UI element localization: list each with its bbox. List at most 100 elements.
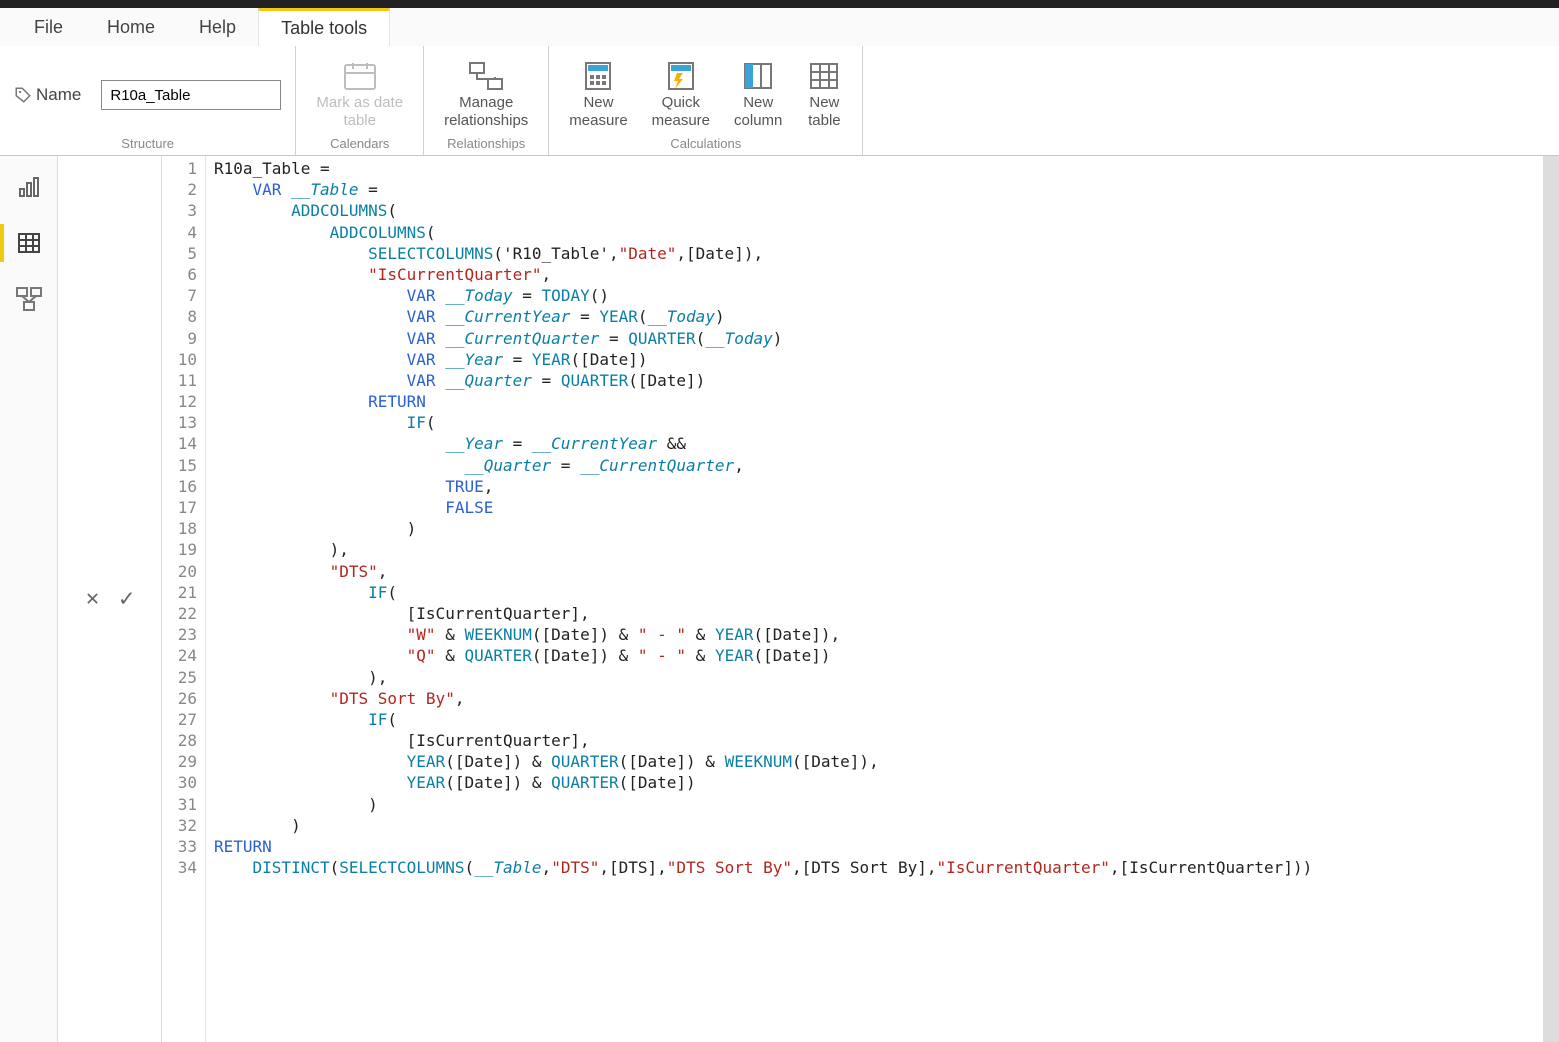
- measure-icon: [584, 61, 612, 91]
- line-number: 34: [166, 857, 197, 878]
- code-line[interactable]: ),: [214, 667, 1312, 688]
- code-line[interactable]: ): [214, 794, 1312, 815]
- tab-help[interactable]: Help: [177, 8, 258, 46]
- code-line[interactable]: VAR __CurrentYear = YEAR(__Today): [214, 306, 1312, 327]
- name-label: Name: [14, 85, 81, 105]
- line-number: 8: [166, 306, 197, 327]
- close-icon: ✕: [86, 588, 99, 609]
- line-number: 15: [166, 455, 197, 476]
- code-line[interactable]: ADDCOLUMNS(: [214, 222, 1312, 243]
- rail-data-view[interactable]: [0, 224, 57, 262]
- line-number: 9: [166, 328, 197, 349]
- line-number: 12: [166, 391, 197, 412]
- code-line[interactable]: "DTS Sort By",: [214, 688, 1312, 709]
- line-number: 26: [166, 688, 197, 709]
- line-number: 10: [166, 349, 197, 370]
- code-line[interactable]: VAR __Year = YEAR([Date]): [214, 349, 1312, 370]
- calendar-date-icon: [343, 61, 377, 91]
- code-content[interactable]: R10a_Table = VAR __Table = ADDCOLUMNS( A…: [206, 156, 1320, 1042]
- line-number: 31: [166, 794, 197, 815]
- ribbon-group-relationships: Manage relationships Relationships: [424, 46, 549, 155]
- line-number: 29: [166, 751, 197, 772]
- code-line[interactable]: "DTS",: [214, 561, 1312, 582]
- rail-model-view[interactable]: [0, 280, 57, 318]
- code-line[interactable]: IF(: [214, 412, 1312, 433]
- mark-as-date-table-button[interactable]: Mark as date table: [310, 58, 409, 132]
- code-line[interactable]: "W" & WEEKNUM([Date]) & " - " & YEAR([Da…: [214, 624, 1312, 645]
- group-label-calendars: Calendars: [310, 136, 409, 153]
- new-table-icon: [809, 62, 839, 90]
- content-column: ✕ ✓ 123456789101112131415161718192021222…: [58, 156, 1543, 1042]
- group-label-relationships: Relationships: [438, 136, 534, 153]
- formula-confirm-button[interactable]: ✓: [113, 585, 141, 613]
- code-line[interactable]: __Year = __CurrentYear &&: [214, 433, 1312, 454]
- code-line[interactable]: VAR __Today = TODAY(): [214, 285, 1312, 306]
- ribbon-group-calculations: New measure Quick measure New column New…: [549, 46, 863, 155]
- tab-home[interactable]: Home: [85, 8, 177, 46]
- code-line[interactable]: [IsCurrentQuarter],: [214, 603, 1312, 624]
- formula-cancel-button[interactable]: ✕: [79, 585, 107, 613]
- ribbon-group-calendars: Mark as date table Calendars: [296, 46, 424, 155]
- tab-file[interactable]: File: [12, 8, 85, 46]
- code-line[interactable]: IF(: [214, 709, 1312, 730]
- manage-relationships-button[interactable]: Manage relationships: [438, 58, 534, 132]
- code-line[interactable]: "Q" & QUARTER([Date]) & " - " & YEAR([Da…: [214, 645, 1312, 666]
- line-number: 30: [166, 772, 197, 793]
- code-line[interactable]: RETURN: [214, 836, 1312, 857]
- code-line[interactable]: SELECTCOLUMNS('R10_Table',"Date",[Date])…: [214, 243, 1312, 264]
- right-panel-collapsed[interactable]: [1543, 156, 1559, 1042]
- name-label-text: Name: [36, 85, 81, 105]
- code-line[interactable]: [IsCurrentQuarter],: [214, 730, 1312, 751]
- code-line[interactable]: RETURN: [214, 391, 1312, 412]
- code-line[interactable]: "IsCurrentQuarter",: [214, 264, 1312, 285]
- new-column-icon: [743, 62, 773, 90]
- tag-icon: [14, 86, 32, 104]
- line-number: 24: [166, 645, 197, 666]
- code-line[interactable]: YEAR([Date]) & QUARTER([Date]) & WEEKNUM…: [214, 751, 1312, 772]
- line-number: 14: [166, 433, 197, 454]
- relationships-icon: [468, 61, 504, 91]
- line-number: 2: [166, 179, 197, 200]
- data-view-icon: [17, 231, 41, 255]
- code-line[interactable]: ): [214, 518, 1312, 539]
- formula-editor[interactable]: ✕ ✓ 123456789101112131415161718192021222…: [58, 156, 1543, 1042]
- new-column-button[interactable]: New column: [728, 58, 788, 132]
- quick-measure-button[interactable]: Quick measure: [646, 58, 716, 132]
- code-line[interactable]: R10a_Table =: [214, 158, 1312, 179]
- code-line[interactable]: VAR __Table =: [214, 179, 1312, 200]
- table-name-input[interactable]: [101, 80, 281, 110]
- new-table-button[interactable]: New table: [800, 58, 848, 132]
- code-line[interactable]: ADDCOLUMNS(: [214, 200, 1312, 221]
- code-line[interactable]: VAR __Quarter = QUARTER([Date]): [214, 370, 1312, 391]
- new-measure-button[interactable]: New measure: [563, 58, 633, 132]
- ribbon-group-structure: Name Structure: [0, 46, 296, 155]
- line-number: 13: [166, 412, 197, 433]
- line-number: 21: [166, 582, 197, 603]
- code-line[interactable]: YEAR([Date]) & QUARTER([Date]): [214, 772, 1312, 793]
- line-number: 11: [166, 370, 197, 391]
- line-number: 25: [166, 667, 197, 688]
- code-line[interactable]: TRUE,: [214, 476, 1312, 497]
- code-line[interactable]: __Quarter = __CurrentQuarter,: [214, 455, 1312, 476]
- group-label-structure: Structure: [14, 136, 281, 153]
- line-number: 5: [166, 243, 197, 264]
- rail-report-view[interactable]: [0, 168, 57, 206]
- line-number: 27: [166, 709, 197, 730]
- new-column-label: New column: [734, 94, 782, 130]
- code-line[interactable]: VAR __CurrentQuarter = QUARTER(__Today): [214, 328, 1312, 349]
- line-number: 1: [166, 158, 197, 179]
- new-table-label: New table: [808, 94, 841, 130]
- line-number: 3: [166, 200, 197, 221]
- tab-table-tools[interactable]: Table tools: [258, 8, 390, 46]
- main-area: ✕ ✓ 123456789101112131415161718192021222…: [0, 156, 1559, 1042]
- line-number: 28: [166, 730, 197, 751]
- code-line[interactable]: ),: [214, 539, 1312, 560]
- code-line[interactable]: ): [214, 815, 1312, 836]
- line-number: 20: [166, 561, 197, 582]
- line-number: 6: [166, 264, 197, 285]
- code-line[interactable]: FALSE: [214, 497, 1312, 518]
- code-line[interactable]: DISTINCT(SELECTCOLUMNS(__Table,"DTS",[DT…: [214, 857, 1312, 878]
- formula-action-bar: ✕ ✓: [58, 156, 162, 1042]
- line-number: 18: [166, 518, 197, 539]
- code-line[interactable]: IF(: [214, 582, 1312, 603]
